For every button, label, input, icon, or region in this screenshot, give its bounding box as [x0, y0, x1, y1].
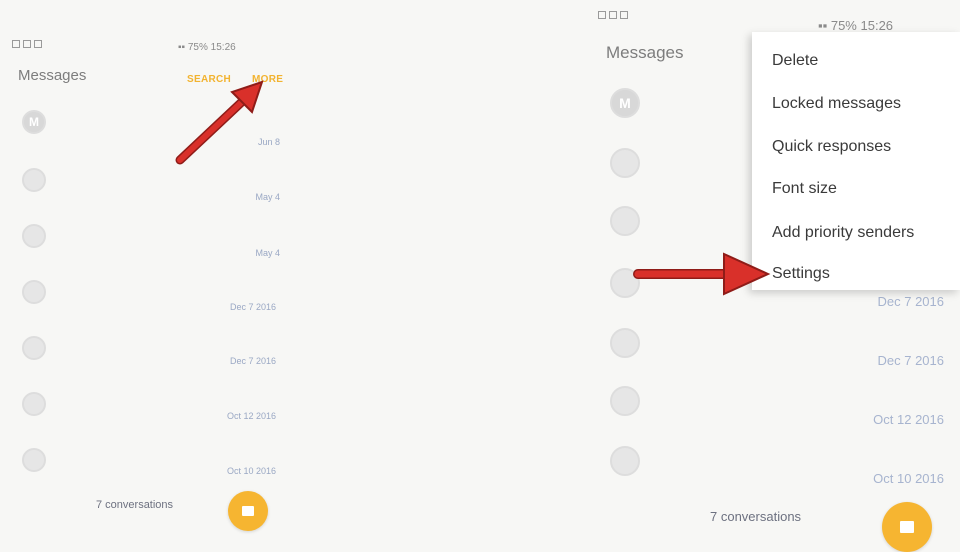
conversation-date: Jun 8 [257, 137, 280, 147]
avatar[interactable]: M [610, 88, 640, 118]
overflow-menu: Delete Locked messages Quick responses F… [752, 32, 960, 290]
menu-item-settings[interactable]: Settings [772, 265, 830, 283]
conversation-date: May 4 [255, 192, 280, 202]
contact-avatar-icon[interactable] [22, 224, 46, 248]
compose-icon [242, 506, 254, 516]
menu-item-quick-responses[interactable]: Quick responses [772, 138, 891, 156]
conversation-date: Oct 12 2016 [226, 411, 276, 421]
contact-avatar-icon[interactable] [610, 328, 640, 358]
conversation-date: May 4 [255, 248, 280, 258]
contact-avatar-icon[interactable] [610, 268, 640, 298]
conversation-date: Oct 10 2016 [873, 471, 944, 486]
contact-avatar-icon[interactable] [22, 280, 46, 304]
menu-item-delete[interactable]: Delete [772, 52, 818, 70]
conversation-date: Dec 7 2016 [229, 302, 276, 312]
conversation-date: Dec 7 2016 [229, 356, 276, 366]
menu-item-add-priority-senders[interactable]: Add priority senders [772, 224, 914, 242]
contact-avatar-icon[interactable] [22, 336, 46, 360]
menu-item-locked-messages[interactable]: Locked messages [772, 95, 901, 113]
status-bar-right: ▪▪ 75% 15:26 [818, 18, 894, 33]
conversation-date: Dec 7 2016 [877, 353, 945, 368]
page-title: Messages [606, 43, 684, 62]
left-screen: ▪▪ 75% 15:26 Messages SEARCH MORE M Jun … [0, 0, 300, 541]
contact-avatar-icon[interactable] [610, 446, 640, 476]
conversation-count: 7 conversations [96, 499, 174, 511]
status-bar-right: ▪▪ 75% 15:26 [178, 42, 236, 53]
more-button[interactable]: MORE [252, 74, 283, 85]
compose-icon [900, 521, 914, 533]
conversation-date: Oct 12 2016 [873, 412, 944, 427]
status-icons-left [12, 40, 42, 51]
contact-avatar-icon[interactable] [22, 448, 46, 472]
contact-avatar-icon[interactable] [610, 206, 640, 236]
contact-avatar-icon[interactable] [610, 148, 640, 178]
status-icons-left [598, 11, 628, 22]
contact-avatar-icon[interactable] [22, 392, 46, 416]
search-button[interactable]: SEARCH [187, 74, 231, 85]
contact-avatar-icon[interactable] [22, 168, 46, 192]
menu-item-font-size[interactable]: Font size [772, 180, 837, 198]
compose-button[interactable] [228, 491, 268, 531]
compose-button[interactable] [882, 502, 932, 552]
avatar[interactable]: M [22, 110, 46, 134]
page-title: Messages [18, 67, 87, 84]
contact-avatar-icon[interactable] [610, 386, 640, 416]
conversation-date: Dec 7 2016 [877, 294, 945, 309]
conversation-count: 7 conversations [710, 509, 802, 524]
conversation-date: Oct 10 2016 [226, 466, 276, 476]
